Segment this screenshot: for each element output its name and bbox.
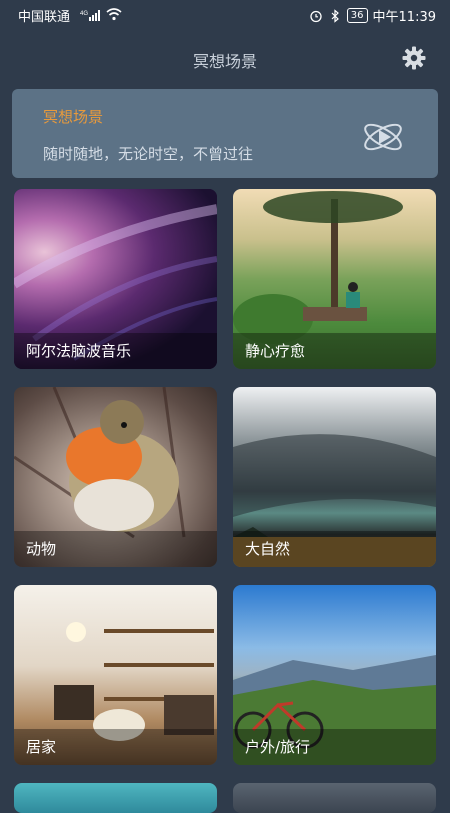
banner-subtitle: 随时随地，无论时空，不曾过往 — [43, 145, 254, 163]
wifi-icon — [106, 8, 122, 21]
category-card-nature[interactable]: 大自然 — [233, 387, 436, 567]
carrier-name: 中国联通 — [18, 10, 71, 25]
category-card-animals[interactable]: 动物 — [14, 387, 217, 567]
category-label: 静心疗愈 — [245, 342, 306, 360]
category-card-alpha-music[interactable]: 阿尔法脑波音乐 — [14, 189, 217, 369]
category-card-home[interactable]: 居家 — [14, 585, 217, 765]
category-label: 户外/旅行 — [245, 738, 311, 756]
category-card-partial[interactable] — [233, 783, 436, 813]
category-label: 动物 — [26, 540, 57, 558]
status-time: 中午11:39 — [372, 10, 436, 25]
category-image — [14, 783, 217, 813]
network-type: 4G — [80, 11, 88, 17]
category-label: 阿尔法脑波音乐 — [26, 342, 132, 360]
page-title: 冥想场景 — [192, 52, 257, 71]
app-header: 冥想场景 — [0, 40, 450, 76]
category-card-outdoor[interactable]: 户外/旅行 — [233, 585, 436, 765]
gear-icon[interactable] — [400, 44, 428, 72]
alarm-icon — [310, 10, 322, 22]
category-image — [233, 783, 436, 813]
bluetooth-icon — [331, 8, 339, 23]
meditation-banner[interactable]: 冥想场景 随时随地，无论时空，不曾过往 — [12, 89, 438, 178]
battery-indicator: 36 — [346, 8, 368, 23]
status-bar: 中国联通 4G 36 中午11:39 — [0, 0, 450, 30]
atom-play-icon — [364, 123, 402, 151]
banner-title: 冥想场景 — [43, 108, 104, 126]
status-right: 36 中午11:39 — [309, 6, 436, 25]
category-card-healing[interactable]: 静心疗愈 — [233, 189, 436, 369]
category-label: 居家 — [26, 738, 57, 756]
signal-icon: 4G — [80, 10, 100, 21]
category-card-partial[interactable] — [14, 783, 217, 813]
category-label: 大自然 — [245, 540, 291, 558]
